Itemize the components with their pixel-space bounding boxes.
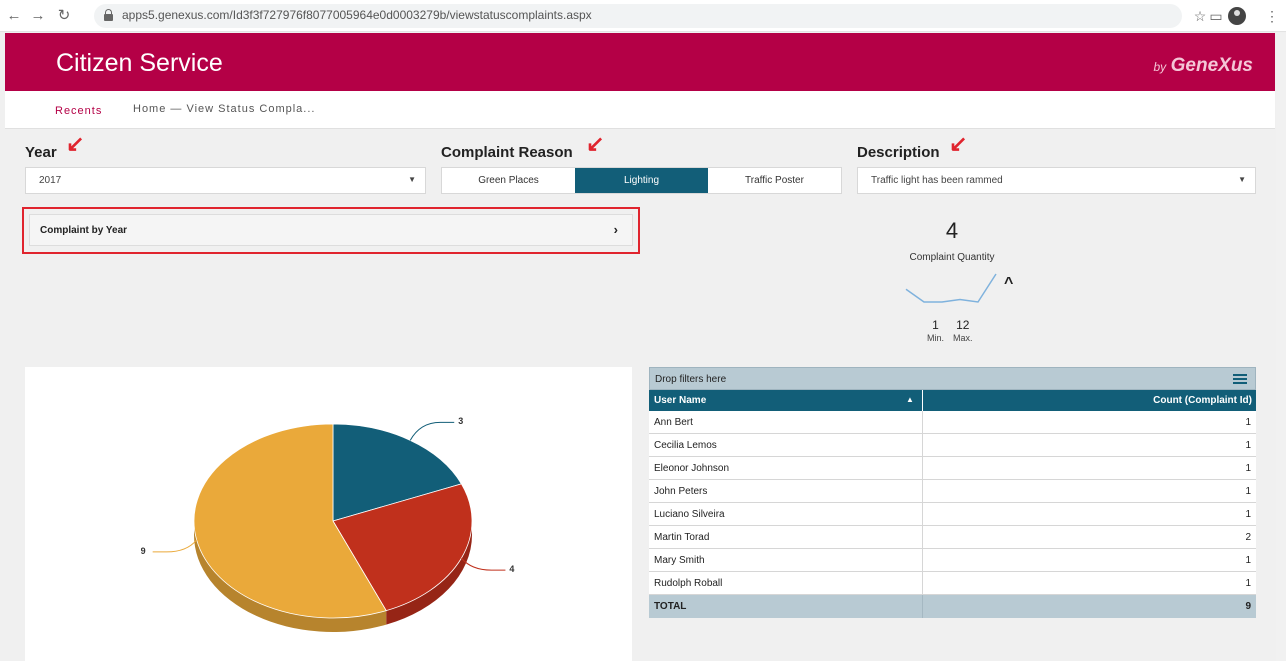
back-icon[interactable]: ← (4, 6, 24, 26)
cell-user-name: Martin Torad (654, 532, 710, 543)
complaint-reason-segment: Green Places Lighting Traffic Poster (441, 167, 842, 194)
hamburger-menu-icon[interactable] (1233, 374, 1247, 384)
table-row[interactable]: John Peters 1 (649, 480, 1256, 503)
segment-lighting[interactable]: Lighting (575, 168, 708, 193)
page-scrollbar[interactable] (1276, 33, 1286, 661)
kpi-min: 1 Min. (927, 318, 945, 343)
segment-traffic-poster[interactable]: Traffic Poster (708, 168, 841, 193)
cell-user-name: Rudolph Roball (654, 578, 723, 589)
recents-link[interactable]: Recents (55, 105, 102, 117)
pie-label-connector (461, 557, 506, 571)
profile-avatar[interactable] (1228, 7, 1246, 25)
pie-label-connector (152, 539, 198, 553)
kpi-value: 4 (945, 218, 959, 243)
panel-title: Complaint by Year (40, 225, 128, 236)
complaint-reason-label: Complaint Reason (441, 144, 573, 161)
lock-icon (104, 9, 113, 21)
forward-icon[interactable]: → (28, 6, 48, 26)
cell-user-name: Eleonor Johnson (654, 463, 730, 474)
pie-data-label: 9 (140, 545, 146, 556)
red-arrow-annotation: ↙ (949, 131, 968, 156)
chevron-up-icon[interactable]: ^ (1004, 275, 1013, 293)
year-select[interactable]: 2017 ▼ (25, 167, 426, 194)
red-arrow-annotation: ↙ (66, 131, 85, 156)
url-text: apps5.genexus.com/Id3f3f727976f807700596… (122, 8, 592, 22)
cell-count: 1 (1245, 486, 1251, 497)
chevron-right-icon[interactable]: › (614, 222, 618, 237)
table-row[interactable]: Luciano Silveira 1 (649, 503, 1256, 526)
table-header: User Name ▲ Count (Complaint Id) (649, 390, 1256, 411)
reload-icon[interactable]: ↻ (54, 6, 74, 26)
cell-count: 2 (1245, 532, 1251, 543)
cell-count: 1 (1245, 578, 1251, 589)
cell-user-name: John Peters (654, 486, 708, 497)
cast-icon[interactable]: ▭ (1206, 6, 1226, 26)
genexus-logo: by GeneXus (1153, 55, 1253, 76)
pie-data-label: 3 (458, 416, 464, 427)
cell-count: 1 (1245, 463, 1251, 474)
table-row[interactable]: Rudolph Roball 1 (649, 572, 1256, 595)
table-row[interactable]: Eleonor Johnson 1 (649, 457, 1256, 480)
cell-count: 1 (1245, 555, 1251, 566)
cell-count: 1 (1245, 440, 1251, 451)
pie-label-connector (409, 421, 455, 441)
column-header-count[interactable]: Count (Complaint Id) (1153, 395, 1252, 406)
table-row[interactable]: Martin Torad 2 (649, 526, 1256, 549)
table-row[interactable]: Ann Bert 1 (649, 411, 1256, 434)
table-total-row: TOTAL 9 (649, 595, 1256, 618)
dropdown-caret-icon: ▼ (1238, 175, 1246, 184)
app-header: Citizen Service by GeneXus (5, 33, 1275, 91)
kpi-max: 12 Max. (953, 318, 973, 343)
description-select[interactable]: Traffic light has been rammed ▼ (857, 167, 1256, 194)
column-header-user-name[interactable]: User Name (654, 395, 706, 406)
more-menu-icon[interactable]: ⋮ (1262, 6, 1282, 26)
pie-data-label: 4 (509, 564, 515, 575)
red-arrow-annotation: ↙ (586, 131, 605, 156)
cell-user-name: Ann Bert (654, 417, 693, 428)
browser-toolbar: ← → ↻ apps5.genexus.com/Id3f3f727976f807… (0, 0, 1286, 32)
segment-green-places[interactable]: Green Places (442, 168, 575, 193)
subnav: Recents Home — View Status Compla... (5, 91, 1275, 129)
description-label: Description (857, 144, 940, 161)
sparkline (905, 273, 997, 303)
pivot-table: Drop filters here User Name ▲ Count (Com… (649, 367, 1256, 618)
cell-user-name: Luciano Silveira (654, 509, 725, 520)
highlight-box: Complaint by Year › (22, 207, 640, 254)
sparkline-line (905, 273, 997, 303)
pie-chart (152, 421, 506, 632)
drop-filters-zone[interactable]: Drop filters here (649, 367, 1256, 390)
complaint-by-year-panel[interactable]: Complaint by Year › (29, 214, 633, 246)
cell-count: 1 (1245, 509, 1251, 520)
table-row[interactable]: Cecilia Lemos 1 (649, 434, 1256, 457)
breadcrumb[interactable]: Home — View Status Compla... (133, 103, 315, 115)
cell-user-name: Mary Smith (654, 555, 705, 566)
dropdown-caret-icon: ▼ (408, 175, 416, 184)
app-title: Citizen Service (56, 49, 223, 77)
kpi-label: Complaint Quantity (909, 252, 995, 263)
address-bar[interactable]: apps5.genexus.com/Id3f3f727976f807700596… (94, 4, 1182, 28)
table-row[interactable]: Mary Smith 1 (649, 549, 1256, 572)
cell-count: 1 (1245, 417, 1251, 428)
cell-user-name: Cecilia Lemos (654, 440, 717, 451)
sort-asc-icon[interactable]: ▲ (906, 395, 914, 404)
pie-chart-panel: 3 4 9 (25, 367, 632, 661)
year-label: Year (25, 144, 57, 161)
